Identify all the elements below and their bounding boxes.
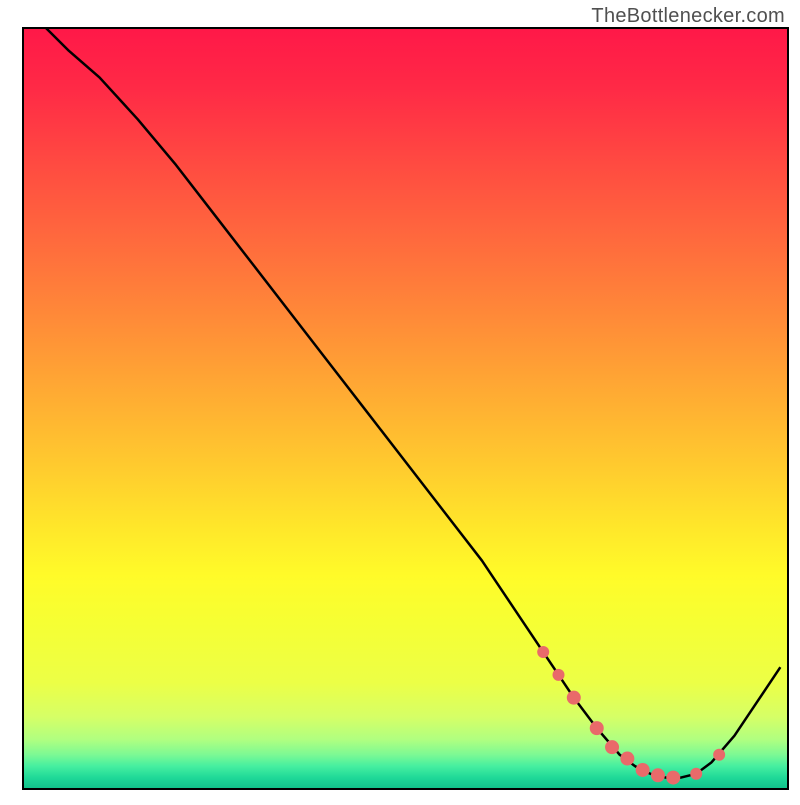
marker-dot xyxy=(713,749,725,761)
marker-dot xyxy=(605,740,619,754)
watermark: TheBottlenecker.com xyxy=(591,5,785,28)
marker-dot xyxy=(666,771,680,785)
marker-dot xyxy=(590,721,604,735)
marker-dot xyxy=(636,763,650,777)
plot-background xyxy=(23,28,788,789)
marker-dot xyxy=(553,669,565,681)
marker-dot xyxy=(537,646,549,658)
chart-svg xyxy=(0,0,800,800)
marker-dot xyxy=(567,691,581,705)
bottleneck-chart xyxy=(0,0,800,800)
marker-dot xyxy=(620,752,634,766)
marker-dot xyxy=(690,768,702,780)
marker-dot xyxy=(651,768,665,782)
